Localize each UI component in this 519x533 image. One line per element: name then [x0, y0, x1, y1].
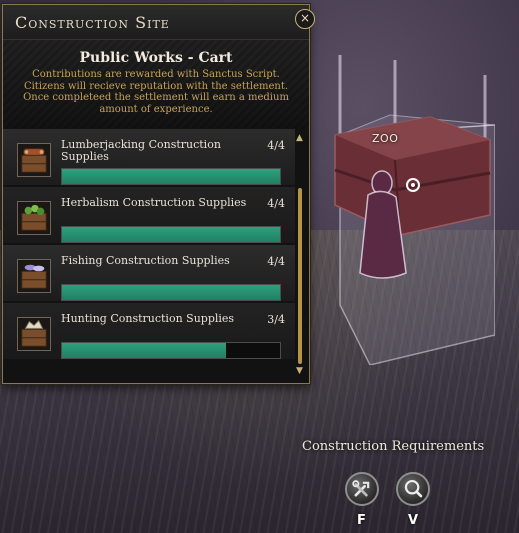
- player-nameplate: ZOO: [372, 132, 399, 145]
- scroll-up-icon[interactable]: ▲: [296, 133, 303, 143]
- construction-site-panel: Construction Site × Public Works - Cart …: [2, 4, 315, 384]
- project-name: Public Works - Cart: [79, 50, 233, 66]
- supply-count: 4/4: [267, 139, 285, 152]
- supplies-list: Lumberjacking Construction Supplies 4/4 …: [3, 129, 295, 379]
- scroll-thumb[interactable]: [298, 188, 302, 364]
- build-tools-icon[interactable]: [345, 472, 379, 506]
- project-description: Contributions are rewarded with Sanctus …: [23, 69, 289, 115]
- project-summary: Public Works - Cart Contributions are re…: [3, 40, 309, 128]
- build-hotkey: F: [357, 513, 366, 528]
- supply-count: 4/4: [267, 255, 285, 268]
- supply-progress-bar: [61, 342, 281, 359]
- scrollbar[interactable]: ▲ ▼: [296, 133, 303, 376]
- supply-label: Herbalism Construction Supplies: [61, 196, 247, 209]
- panel-header: Construction Site: [3, 5, 309, 40]
- fish-crate-icon: [17, 259, 51, 293]
- list-item[interactable]: Fishing Construction Supplies 4/4: [3, 245, 295, 301]
- close-icon[interactable]: ×: [295, 9, 315, 29]
- panel-title: Construction Site: [15, 12, 170, 32]
- list-item[interactable]: Hunting Construction Supplies 3/4: [3, 303, 295, 359]
- hide-crate-icon: [17, 317, 51, 351]
- supply-label: Lumberjacking Construction Supplies: [61, 138, 221, 163]
- supply-progress-bar: [61, 284, 281, 301]
- interaction-target-icon: [406, 178, 420, 192]
- progress-fill: [62, 227, 280, 242]
- herb-crate-icon: [17, 201, 51, 235]
- supply-count: 4/4: [267, 197, 285, 210]
- list-item[interactable]: Herbalism Construction Supplies 4/4: [3, 187, 295, 243]
- requirements-title: Construction Requirements: [302, 439, 485, 454]
- supply-label: Fishing Construction Supplies: [61, 254, 230, 267]
- scroll-down-icon[interactable]: ▼: [296, 366, 303, 376]
- progress-fill: [62, 343, 226, 358]
- inspect-icon[interactable]: [396, 472, 430, 506]
- supply-count: 3/4: [267, 313, 285, 326]
- log-crate-icon: [17, 143, 51, 177]
- supply-progress-bar: [61, 226, 281, 243]
- progress-fill: [62, 285, 280, 300]
- inspect-hotkey: V: [408, 513, 419, 528]
- supply-progress-bar: [61, 168, 281, 185]
- supply-label: Hunting Construction Supplies: [61, 312, 235, 325]
- cart-placement-ghost: [330, 55, 496, 366]
- list-item[interactable]: Lumberjacking Construction Supplies 4/4: [3, 129, 295, 185]
- progress-fill: [62, 169, 280, 184]
